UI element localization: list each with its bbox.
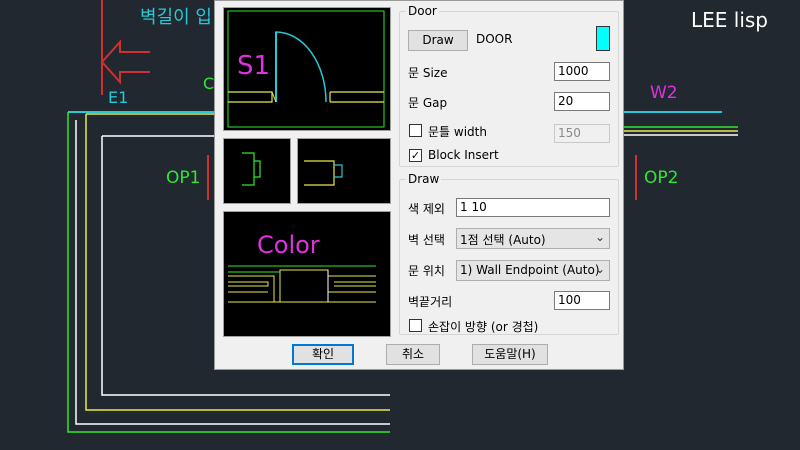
wall-select-dropdown[interactable]: 1점 선택 (Auto) ⌄ — [456, 228, 610, 249]
block-insert-label: Block Insert — [428, 148, 499, 162]
frame-width-label: 문틀 width — [428, 125, 487, 139]
frame-width-checkbox[interactable] — [409, 124, 422, 137]
wall-select-value: 1점 선택 (Auto) — [460, 233, 546, 247]
brand-label: LEE lisp — [691, 8, 769, 32]
draw-group-title: Draw — [406, 172, 442, 186]
frame-width-input[interactable]: 150 — [554, 124, 610, 143]
draw-group: Draw 색 제외 1 10 벽 선택 1점 선택 (Auto) ⌄ 문 위치 … — [399, 172, 619, 335]
cad-label-w2: W2 — [650, 83, 678, 103]
block-insert-checkbox[interactable]: ✓ — [409, 149, 422, 162]
preview-frame-right — [297, 138, 391, 204]
wall-end-distance-label: 벽끝거리 — [408, 295, 453, 309]
preview-s1-label: S1 — [237, 51, 271, 81]
cad-label-op1: OP1 — [166, 168, 201, 188]
door-size-input[interactable]: 1000 — [554, 62, 610, 81]
cad-label-e1: E1 — [108, 88, 129, 107]
cad-label-op2: OP2 — [644, 168, 679, 188]
exclude-color-label: 색 제외 — [408, 202, 445, 216]
door-size-label: 문 Size — [408, 66, 448, 80]
door-position-label: 문 위치 — [408, 264, 445, 278]
door-gap-input[interactable]: 20 — [554, 92, 610, 111]
door-gap-label: 문 Gap — [408, 96, 448, 110]
help-button[interactable]: 도움말(H) — [472, 344, 548, 365]
door-color-swatch[interactable] — [596, 26, 610, 51]
ok-button[interactable]: 확인 — [292, 344, 354, 365]
wall-end-distance-input[interactable]: 100 — [554, 291, 610, 310]
door-position-dropdown[interactable]: 1) Wall Endpoint (Auto) ⌄ — [456, 260, 610, 281]
chevron-down-icon: ⌄ — [594, 230, 605, 244]
handle-direction-label: 손잡이 방향 (or 경첩) — [428, 320, 539, 334]
door-draw-button[interactable]: Draw — [408, 30, 468, 51]
door-position-value: 1) Wall Endpoint (Auto) — [460, 263, 600, 277]
exclude-color-input[interactable]: 1 10 — [456, 198, 610, 217]
chevron-down-icon: ⌄ — [594, 262, 605, 276]
preview-color-label: Color — [257, 231, 320, 259]
cad-label-g: C — [203, 74, 215, 93]
door-group: Door Draw DOOR 문 Size 1000 문 Gap 20 문틀 w… — [399, 4, 619, 167]
preview-color — [223, 211, 391, 337]
handle-direction-checkbox[interactable] — [409, 319, 422, 332]
door-block-name: DOOR — [476, 32, 513, 46]
door-dialog: S1 Color Door Draw DOOR 문 Size 1000 문 Ga… — [214, 0, 624, 370]
preview-frame-left — [223, 138, 291, 204]
door-group-title: Door — [406, 4, 439, 18]
cancel-button[interactable]: 취소 — [386, 344, 440, 365]
wall-select-label: 벽 선택 — [408, 233, 445, 247]
cad-label-wall-length: 벽길이 입 — [140, 7, 212, 28]
